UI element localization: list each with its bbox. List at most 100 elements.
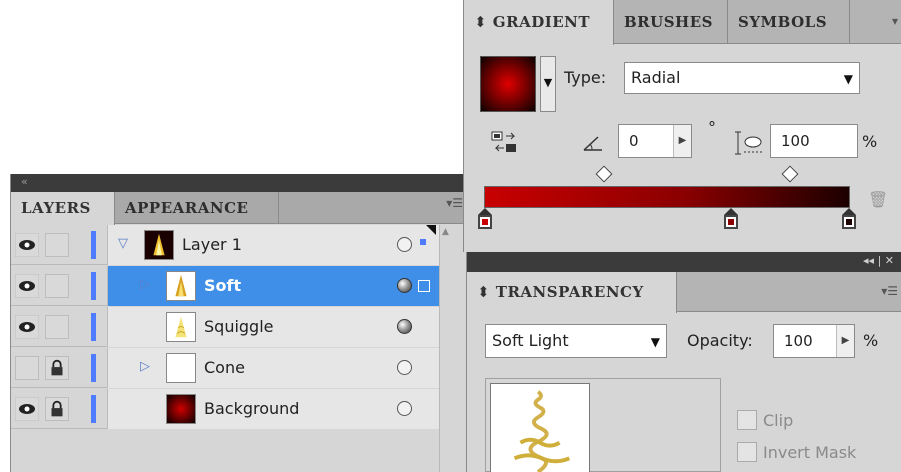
scroll-up-icon[interactable]: ▲ bbox=[442, 227, 449, 237]
invert-mask-checkbox[interactable] bbox=[737, 442, 757, 462]
opacity-value: 100 bbox=[784, 332, 813, 350]
opacity-percent-sign: % bbox=[863, 331, 879, 350]
target-circle-icon[interactable] bbox=[397, 319, 412, 334]
lock-icon[interactable] bbox=[45, 356, 69, 380]
selection-indicator-icon bbox=[420, 239, 426, 245]
aspect-ratio-input[interactable]: 100 bbox=[770, 124, 858, 158]
layer-color-bar bbox=[91, 313, 96, 341]
eye-icon[interactable] bbox=[15, 397, 39, 421]
layer-row[interactable]: ▽ Layer 1 bbox=[11, 225, 439, 265]
chevron-down-icon[interactable]: ▼ bbox=[844, 63, 853, 95]
gradient-stop[interactable] bbox=[724, 208, 738, 230]
selection-square-icon[interactable] bbox=[418, 280, 430, 292]
blend-mode-select[interactable]: Soft Light ▼ bbox=[485, 324, 667, 358]
window-controls-icon[interactable]: ◂◂ | ✕ bbox=[863, 254, 894, 267]
tab-gradient[interactable]: ⬍ GRADIENT bbox=[464, 0, 614, 45]
layer-row[interactable]: ▷ Cone bbox=[11, 348, 439, 388]
layer-row[interactable]: Background bbox=[11, 389, 439, 429]
visibility-toggle[interactable] bbox=[15, 356, 39, 380]
transparency-panel: ◂◂ | ✕ ⬍ TRANSPARENCY ▾☰ Soft Light ▼ Op… bbox=[466, 252, 901, 472]
layer-color-bar bbox=[91, 272, 96, 300]
layers-panel-titlebar[interactable]: « bbox=[11, 174, 466, 192]
type-label: Type: bbox=[564, 68, 607, 87]
expand-triangle-icon[interactable]: ▷ bbox=[140, 278, 154, 292]
panel-grip-icon[interactable]: « bbox=[21, 175, 28, 188]
layer-name: Soft bbox=[204, 276, 242, 295]
lock-toggle[interactable] bbox=[45, 274, 69, 298]
stop-color-square bbox=[724, 215, 738, 229]
lock-icon[interactable] bbox=[45, 397, 69, 421]
target-circle-icon[interactable] bbox=[397, 278, 412, 293]
layer-content[interactable]: ▷ Soft bbox=[107, 266, 439, 306]
eye-icon[interactable] bbox=[15, 315, 39, 339]
target-circle-icon[interactable] bbox=[397, 401, 412, 416]
tab-appearance[interactable]: APPEARANCE bbox=[115, 192, 279, 224]
layers-scrollbar[interactable]: ▲ bbox=[439, 225, 453, 472]
gradient-stop[interactable] bbox=[478, 208, 492, 230]
gradient-type-select[interactable]: Radial ▼ bbox=[624, 62, 860, 94]
lock-toggle[interactable] bbox=[45, 315, 69, 339]
degree-symbol: ° bbox=[708, 118, 716, 137]
trash-icon[interactable]: 🗑 bbox=[868, 190, 888, 209]
angle-stepper-icon[interactable]: ▶ bbox=[673, 125, 691, 157]
layer-name: Squiggle bbox=[204, 317, 274, 336]
tab-layers[interactable]: LAYERS bbox=[11, 192, 115, 225]
layer-row[interactable]: ▷ Soft bbox=[11, 266, 439, 306]
layer-color-bar bbox=[91, 354, 96, 382]
stop-color-square bbox=[842, 215, 856, 229]
opacity-label: Opacity: bbox=[687, 331, 753, 350]
target-circle-icon[interactable] bbox=[397, 237, 412, 252]
gradient-midpoint-handle[interactable] bbox=[781, 165, 799, 183]
gradient-stop[interactable] bbox=[842, 208, 856, 230]
squiggle-thumb-icon bbox=[166, 312, 196, 342]
clip-label: Clip bbox=[763, 411, 794, 430]
layers-panel: « LAYERS APPEARANCE ▾☰ ▽ Layer 1 ▷ Soft bbox=[10, 174, 466, 472]
aspect-percent-sign: % bbox=[862, 132, 878, 151]
chevron-down-icon[interactable]: ▼ bbox=[651, 325, 660, 359]
blend-mode-value: Soft Light bbox=[492, 331, 569, 350]
stop-tip-icon bbox=[842, 208, 856, 215]
gradient-midpoint-handle[interactable] bbox=[595, 165, 613, 183]
eye-icon[interactable] bbox=[15, 233, 39, 257]
mask-preview[interactable] bbox=[485, 378, 721, 472]
aspect-ratio-icon bbox=[735, 131, 762, 155]
layer-name: Layer 1 bbox=[182, 235, 242, 254]
transparency-tabbar: ⬍ TRANSPARENCY ▾☰ bbox=[467, 272, 901, 313]
layer-name: Background bbox=[204, 399, 300, 418]
expand-triangle-icon[interactable]: ▷ bbox=[140, 360, 154, 374]
angle-icon bbox=[583, 136, 602, 151]
eye-icon[interactable] bbox=[15, 274, 39, 298]
tab-symbols[interactable]: SYMBOLS bbox=[728, 0, 850, 44]
expand-triangle-icon[interactable]: ▽ bbox=[118, 237, 132, 251]
opacity-stepper-icon[interactable]: ▶ bbox=[836, 325, 854, 357]
reverse-gradient-icon[interactable] bbox=[490, 130, 520, 156]
current-layer-corner-icon bbox=[426, 225, 436, 235]
target-circle-icon[interactable] bbox=[397, 360, 412, 375]
flame-thumb-icon bbox=[166, 271, 196, 301]
clip-checkbox[interactable] bbox=[737, 410, 757, 430]
layer-content[interactable]: ▷ Cone bbox=[107, 348, 439, 388]
gradient-swatch-dropdown-icon[interactable]: ▼ bbox=[540, 56, 556, 112]
layer-name: Cone bbox=[204, 358, 245, 377]
artwork-thumbnail-icon bbox=[490, 383, 590, 472]
gradient-tabbar: ⬍ GRADIENT BRUSHES SYMBOLS ▾ bbox=[464, 0, 901, 45]
lock-toggle[interactable] bbox=[45, 233, 69, 257]
transparency-titlebar[interactable]: ◂◂ | ✕ bbox=[467, 252, 901, 272]
angle-input[interactable]: 0 ▶ bbox=[618, 124, 692, 158]
gradient-slider-bar[interactable] bbox=[484, 186, 850, 208]
layer-content[interactable]: ▽ Layer 1 bbox=[107, 225, 439, 265]
tab-brushes[interactable]: BRUSHES bbox=[614, 0, 728, 44]
layer-content[interactable]: Squiggle bbox=[107, 307, 439, 347]
layer-content[interactable]: Background bbox=[107, 389, 439, 429]
flame-thumb-icon bbox=[144, 230, 174, 260]
tab-transparency[interactable]: ⬍ TRANSPARENCY bbox=[467, 272, 677, 313]
blank-thumb-icon bbox=[166, 353, 196, 383]
panel-menu-icon[interactable]: ▾☰ bbox=[881, 284, 898, 298]
stop-tip-icon bbox=[724, 208, 738, 215]
layer-color-bar bbox=[91, 395, 96, 423]
gradient-swatch[interactable] bbox=[480, 56, 536, 112]
opacity-input[interactable]: 100 ▶ bbox=[773, 324, 855, 358]
panel-menu-icon[interactable]: ▾ bbox=[892, 14, 898, 28]
panel-menu-icon[interactable]: ▾☰ bbox=[446, 196, 463, 210]
layer-row[interactable]: Squiggle bbox=[11, 307, 439, 347]
